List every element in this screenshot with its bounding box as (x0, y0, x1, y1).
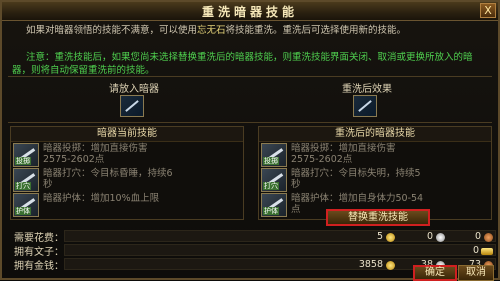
owned-money-label: 拥有金钱： (14, 261, 64, 272)
cost-label: 需要花费： (14, 233, 64, 244)
skill-description: 暗器投掷：增加直接伤害 2575-2602点 (43, 143, 148, 165)
gold-amount: 3858 (358, 259, 383, 270)
skill-row: 投掷 暗器投掷：增加直接伤害 2575-2602点 (261, 143, 491, 167)
guard-skill-icon: 护体 (261, 193, 287, 217)
acupoint-skill-icon: 打穴 (13, 168, 39, 192)
throw-skill-icon: 投掷 (261, 143, 287, 167)
skill-row: 打穴 暗器打穴：令目标失明，持续5 秒 (261, 168, 491, 192)
throw-skill-icon: 投掷 (13, 143, 39, 167)
rewash-skill-window: 重洗暗器技能 X 如果对暗器领悟的技能不满意，可以使用忘无石将技能重洗。重洗后可… (0, 0, 500, 281)
copper-coin-icon (484, 233, 493, 242)
owned-item-bar: 0 (64, 244, 496, 256)
silver-coin-icon (436, 233, 445, 242)
result-preview-slot (353, 95, 377, 117)
description-part-b: 将技能重洗。重洗后可选择使用新的技能。 (225, 25, 407, 36)
title-bar[interactable]: 重洗暗器技能 X (2, 2, 498, 21)
item-name-highlight: 忘无石 (197, 25, 226, 36)
gold-ingot-icon (481, 248, 493, 255)
silver-amount: 0 (426, 231, 433, 242)
panel-title: 重洗后的暗器技能 (259, 127, 491, 142)
dart-icon (125, 100, 139, 112)
skill-row: 投掷 暗器投掷：增加直接伤害 2575-2602点 (13, 143, 243, 167)
gold-coin-icon (386, 233, 395, 242)
guard-skill-icon: 护体 (13, 193, 39, 217)
window-title: 重洗暗器技能 (201, 5, 298, 19)
hidden-weapon-input-slot[interactable] (120, 95, 144, 117)
skill-description: 暗器护体：增加10%血上限 (43, 193, 160, 204)
rewashed-skills-panel: 重洗后的暗器技能 投掷 暗器投掷：增加直接伤害 2575-2602点 打穴 暗器打… (258, 126, 492, 220)
replace-rewashed-skill-button[interactable]: 替换重洗技能 (326, 209, 430, 226)
cost-row: 需要花费： 5 0 0 (10, 229, 496, 244)
panel-title: 暗器当前技能 (11, 127, 243, 142)
divider (8, 122, 492, 123)
cancel-button[interactable]: 取消 (458, 265, 494, 281)
skill-description: 暗器打穴：令目标失明，持续5 秒 (291, 168, 421, 190)
warning-tip-text: 注意：重洗技能后，如果您尚未选择替换重洗后的暗器技能，则重洗技能界面关闭、取消或… (12, 52, 473, 76)
skill-row: 打穴 暗器打穴：令目标昏睡，持续6 秒 (13, 168, 243, 192)
skill-description: 暗器投掷：增加直接伤害 2575-2602点 (291, 143, 396, 165)
skill-row: 护体 暗器护体：增加10%血上限 (13, 193, 243, 217)
left-column-header: 请放入暗器 (109, 84, 159, 95)
owned-item-row: 拥有文子： 0 (10, 243, 496, 258)
acupoint-skill-icon: 打穴 (261, 168, 287, 192)
cost-bar: 5 0 0 (64, 230, 496, 242)
right-column-header: 重洗后效果 (342, 84, 392, 95)
warning-tip: 注意：重洗技能后，如果您尚未选择替换重洗后的暗器技能，则重洗技能界面关闭、取消或… (12, 51, 490, 77)
copper-amount: 0 (474, 231, 481, 242)
close-button[interactable]: X (480, 3, 496, 18)
skill-description: 暗器打穴：令目标昏睡，持续6 秒 (43, 168, 173, 190)
gold-amount: 5 (376, 231, 383, 242)
owned-item-amount: 0 (472, 245, 479, 256)
divider (8, 76, 492, 77)
confirm-button[interactable]: 确定 (413, 265, 457, 281)
owned-item-label: 拥有文子： (14, 247, 64, 258)
gold-coin-icon (386, 261, 395, 270)
current-skills-panel: 暗器当前技能 投掷 暗器投掷：增加直接伤害 2575-2602点 打穴 暗器打穴：… (10, 126, 244, 220)
description-text: 如果对暗器领悟的技能不满意，可以使用忘无石将技能重洗。重洗后可选择使用新的技能。 (12, 24, 490, 37)
dart-icon (358, 100, 372, 112)
description-part-a: 如果对暗器领悟的技能不满意，可以使用 (26, 25, 198, 36)
